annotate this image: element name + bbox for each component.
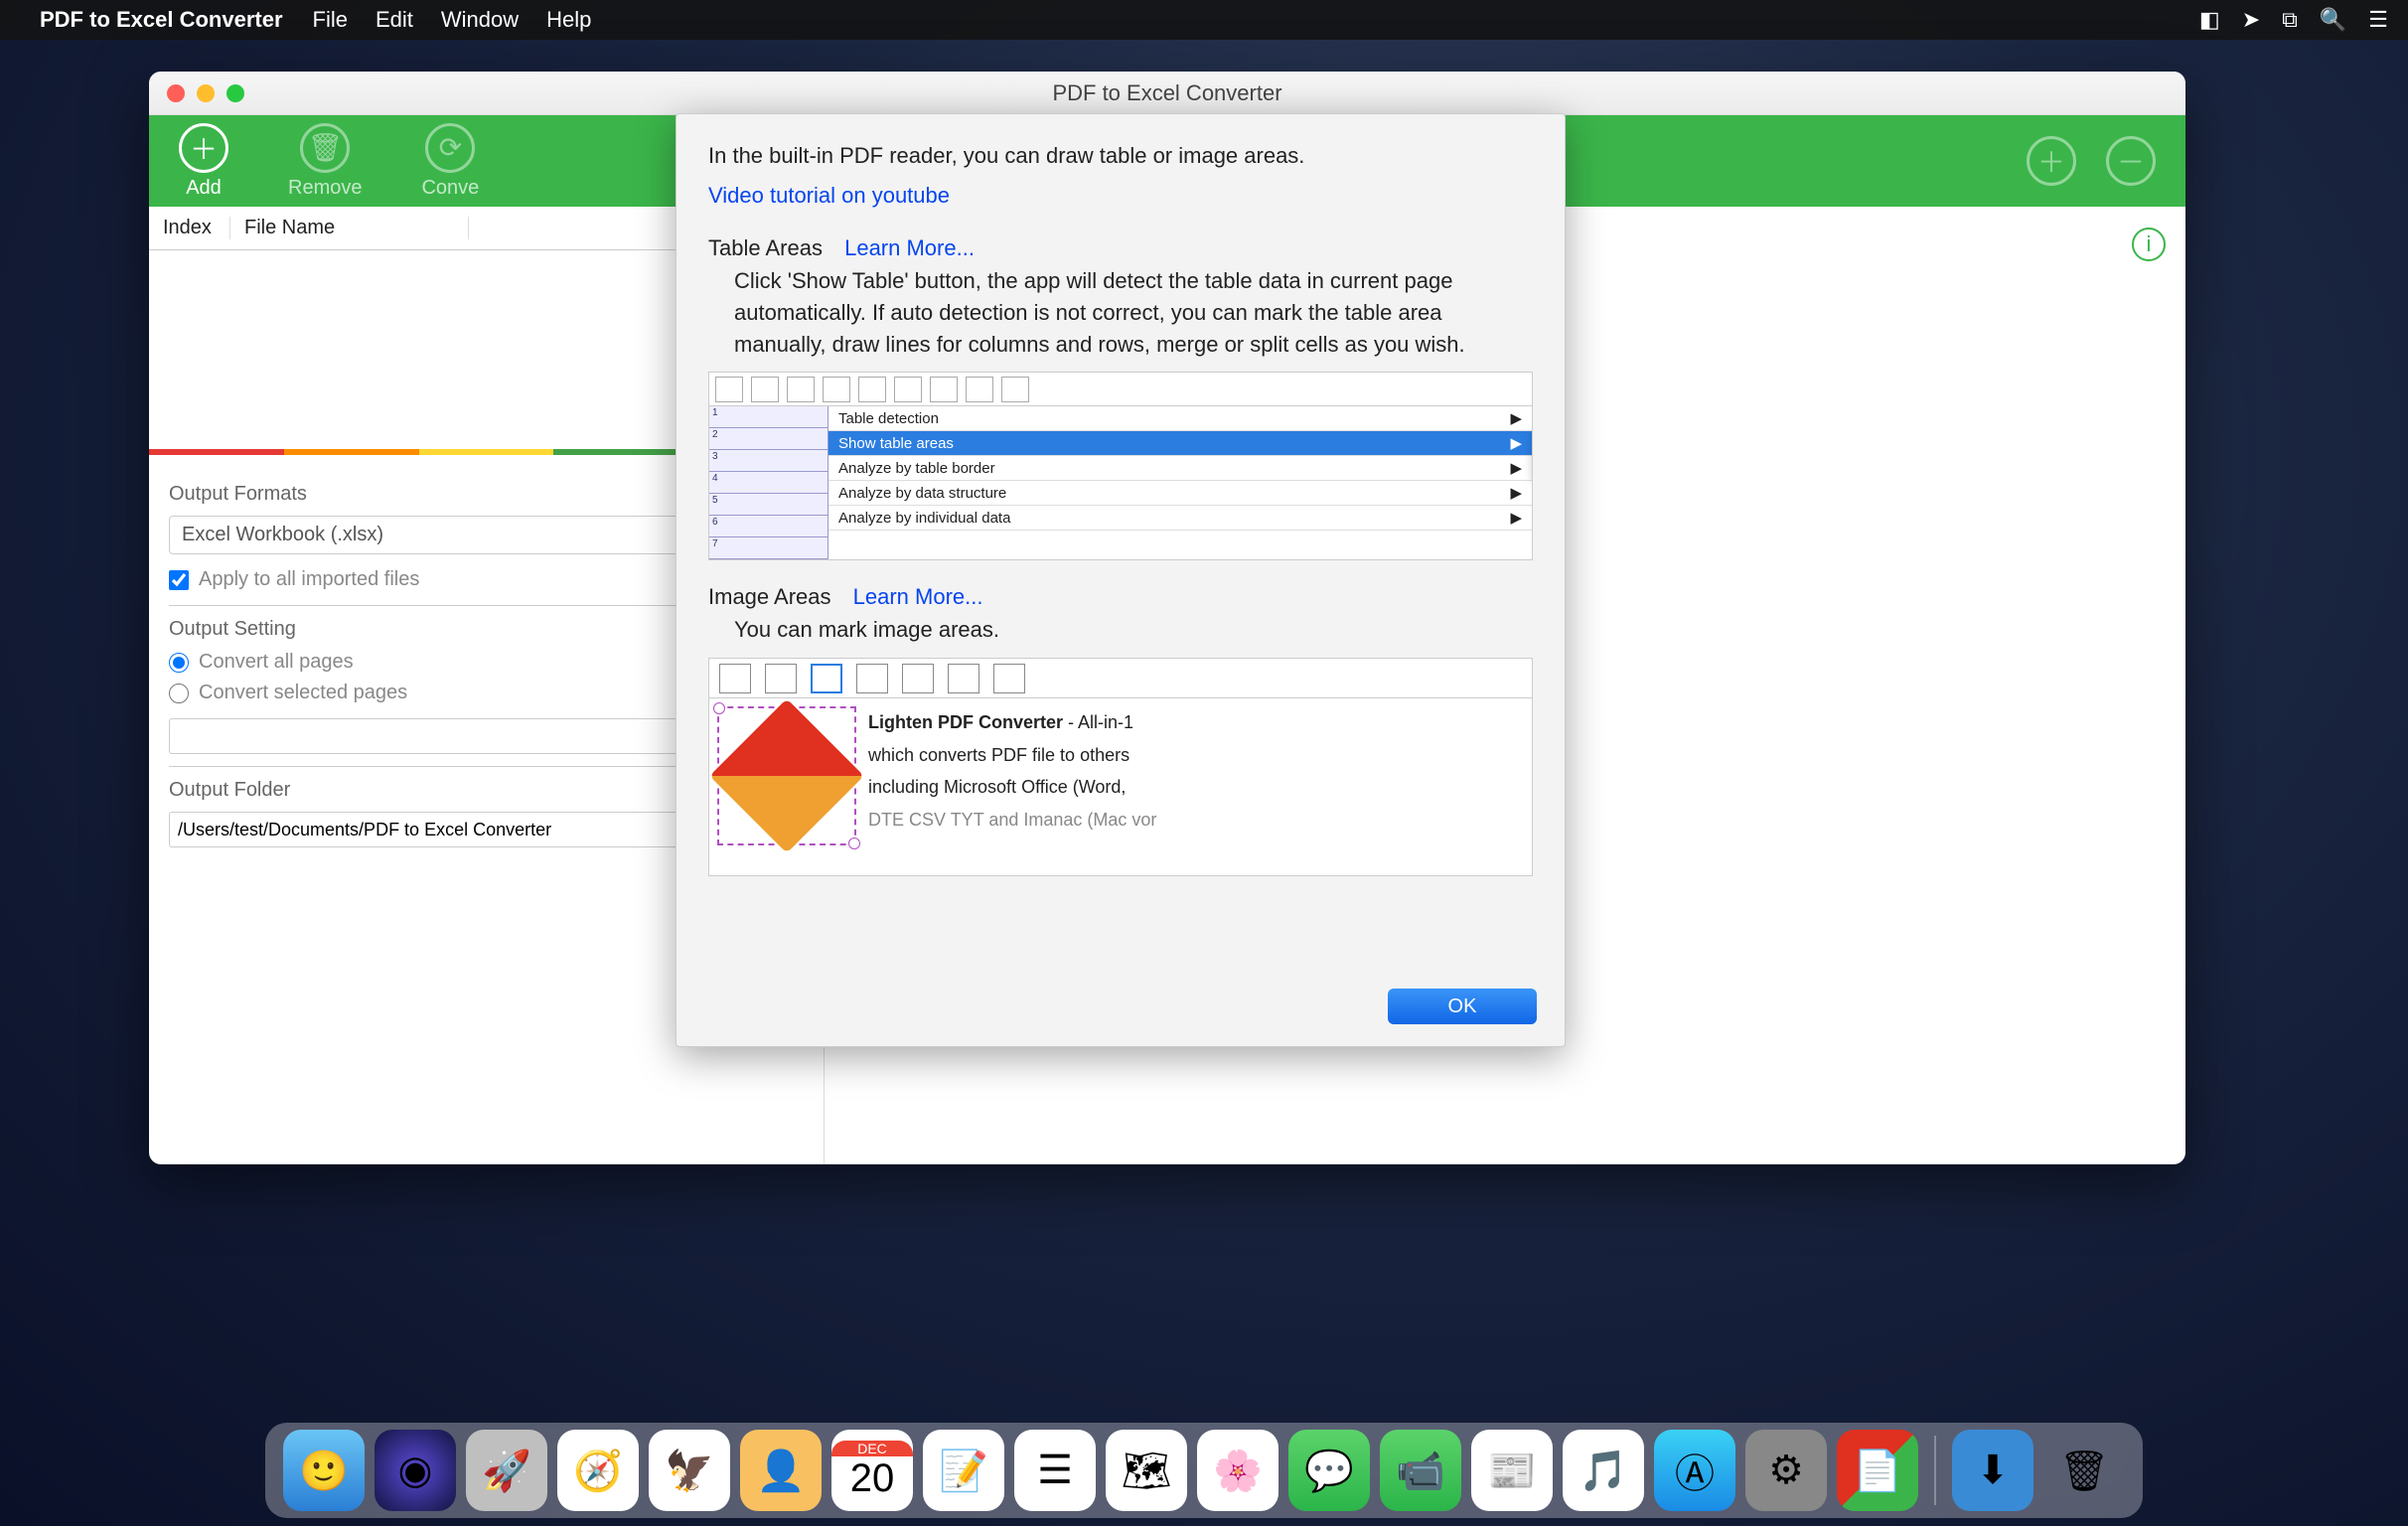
contacts-icon[interactable]: 👤	[740, 1430, 822, 1511]
image-areas-illustration: Lighten PDF Converter - All-in-1 which c…	[708, 658, 1533, 876]
trash-icon: 🗑	[300, 123, 350, 173]
mail-icon[interactable]: 🦅	[649, 1430, 730, 1511]
table-areas-illustration: 1234567 Table detection▶ Show table area…	[708, 372, 1533, 560]
menu-analyze-border: Analyze by table border▶	[828, 456, 1532, 481]
add-button[interactable]: ＋ Add	[179, 123, 228, 200]
zoom-in-button[interactable]: ＋	[2027, 136, 2076, 186]
macos-dock: 🙂 ◉ 🚀 🧭 🦅 👤 DEC20 📝 ☰ 🗺 🌸 💬 📹 📰 🎵 Ⓐ ⚙ 📄 …	[265, 1423, 2143, 1518]
window-title: PDF to Excel Converter	[149, 80, 2185, 106]
menu-analyze-structure: Analyze by data structure▶	[828, 481, 1532, 506]
screen-mirror-icon[interactable]: ⧉	[2282, 7, 2298, 33]
finder-icon[interactable]: 🙂	[283, 1430, 365, 1511]
plus-icon: ＋	[179, 123, 228, 173]
messages-icon[interactable]: 💬	[1288, 1430, 1370, 1511]
toolbar-zoom-group: ＋ －	[2027, 136, 2156, 186]
siri-icon[interactable]: ◉	[375, 1430, 456, 1511]
cursor-icon[interactable]: ➤	[2242, 7, 2260, 33]
calendar-icon[interactable]: DEC20	[831, 1430, 913, 1511]
apply-all-input[interactable]	[169, 570, 189, 590]
downloads-icon[interactable]: ⬇	[1952, 1430, 2033, 1511]
plus-icon: ＋	[2027, 136, 2076, 186]
window-titlebar: PDF to Excel Converter	[149, 72, 2185, 115]
notes-icon[interactable]: 📝	[923, 1430, 1004, 1511]
notification-icon[interactable]: ◧	[2199, 7, 2220, 33]
refresh-icon: ⟳	[425, 123, 475, 173]
menubar-status-area: ◧ ➤ ⧉ 🔍 ☰	[2199, 7, 2388, 33]
trash-icon[interactable]: 🗑	[2043, 1430, 2125, 1511]
convert-selected-input[interactable]	[169, 684, 189, 703]
menu-show-table-areas: Show table areas▶ Current page All pages	[828, 431, 1532, 456]
image-areas-desc: You can mark image areas.	[708, 614, 1533, 646]
image-learn-more-link[interactable]: Learn More...	[853, 584, 983, 609]
safari-icon[interactable]: 🧭	[557, 1430, 639, 1511]
spotlight-icon[interactable]: 🔍	[2320, 7, 2346, 33]
music-icon[interactable]: 🎵	[1563, 1430, 1644, 1511]
dialog-intro: In the built-in PDF reader, you can draw…	[708, 140, 1533, 172]
col-index[interactable]: Index	[149, 217, 230, 239]
dock-separator	[1934, 1436, 1936, 1505]
news-icon[interactable]: 📰	[1471, 1430, 1553, 1511]
image-areas-label: Image Areas	[708, 584, 831, 609]
pdf-to-excel-icon[interactable]: 📄	[1837, 1430, 1918, 1511]
menu-analyze-individual: Analyze by individual data▶	[828, 506, 1532, 531]
convert-all-input[interactable]	[169, 653, 189, 673]
video-tutorial-link[interactable]: Video tutorial on youtube	[708, 183, 950, 208]
output-folder-input[interactable]	[169, 812, 715, 847]
col-filename[interactable]: File Name	[230, 217, 469, 239]
table-areas-desc: Click 'Show Table' button, the app will …	[708, 265, 1533, 361]
launchpad-icon[interactable]: 🚀	[466, 1430, 547, 1511]
remove-button[interactable]: 🗑 Remove	[288, 123, 362, 200]
appstore-icon[interactable]: Ⓐ	[1654, 1430, 1735, 1511]
facetime-icon[interactable]: 📹	[1380, 1430, 1461, 1511]
table-learn-more-link[interactable]: Learn More...	[844, 235, 975, 260]
table-areas-label: Table Areas	[708, 235, 823, 260]
info-button[interactable]: i	[2132, 228, 2166, 261]
macos-menubar: PDF to Excel Converter File Edit Window …	[0, 0, 2408, 40]
format-value: Excel Workbook (.xlsx)	[182, 524, 383, 546]
menu-edit[interactable]: Edit	[376, 7, 413, 33]
maps-icon[interactable]: 🗺	[1106, 1430, 1187, 1511]
zoom-out-button[interactable]: －	[2106, 136, 2156, 186]
control-center-icon[interactable]: ☰	[2368, 7, 2388, 33]
ok-button[interactable]: OK	[1388, 989, 1537, 1024]
minus-icon: －	[2106, 136, 2156, 186]
image-selection-box	[717, 706, 856, 845]
menu-help[interactable]: Help	[546, 7, 591, 33]
photos-icon[interactable]: 🌸	[1197, 1430, 1279, 1511]
menu-window[interactable]: Window	[441, 7, 519, 33]
reminders-icon[interactable]: ☰	[1014, 1430, 1096, 1511]
help-dialog: In the built-in PDF reader, you can draw…	[676, 113, 1566, 1047]
convert-button[interactable]: ⟳ Conve	[421, 123, 479, 200]
app-name[interactable]: PDF to Excel Converter	[40, 7, 283, 33]
menu-table-detection: Table detection▶	[828, 406, 1532, 431]
menu-file[interactable]: File	[313, 7, 348, 33]
settings-icon[interactable]: ⚙	[1745, 1430, 1827, 1511]
